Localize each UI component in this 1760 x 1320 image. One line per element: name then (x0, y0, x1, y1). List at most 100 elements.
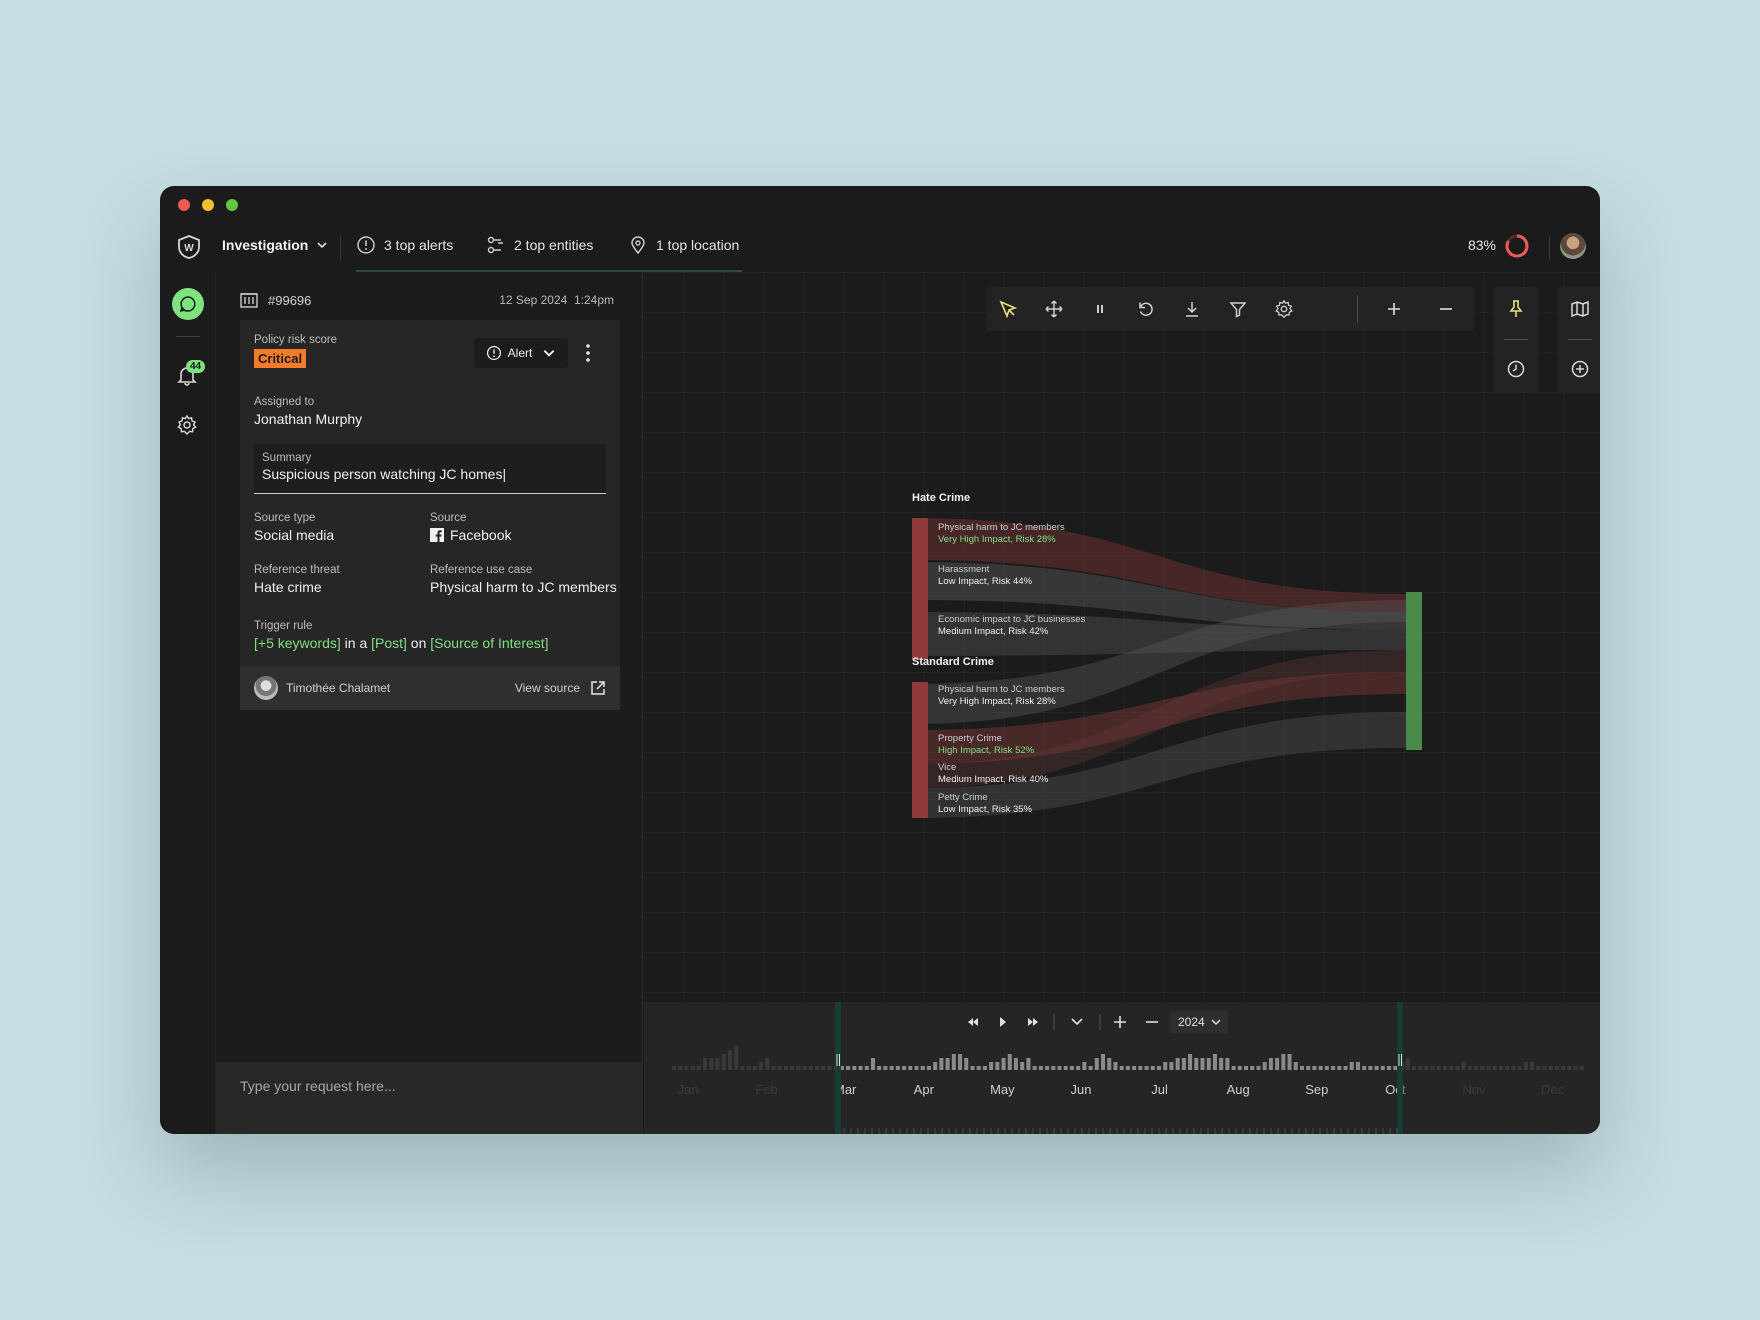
timeline-bar (870, 1058, 875, 1070)
source-type: Source type Social media (254, 512, 334, 543)
sankey-source-node[interactable] (912, 518, 928, 660)
trigger-post-link[interactable]: [Post] (371, 635, 407, 651)
reference-threat-label: Reference threat (254, 564, 340, 576)
pointer-icon[interactable] (998, 299, 1018, 319)
timeline-range-handle[interactable] (835, 1002, 841, 1134)
sankey-source-node[interactable] (912, 682, 928, 818)
timeline-bar (1306, 1066, 1311, 1070)
window-controls (178, 199, 238, 211)
timeline-bar (1175, 1058, 1180, 1070)
more-vertical-icon[interactable] (585, 342, 591, 364)
top-bar: W Investigation 3 top alerts 2 top entit… (160, 222, 1600, 272)
author-name: Timothée Chalamet (286, 681, 391, 695)
timeline-bar (1088, 1066, 1093, 1070)
timeline-bar (1144, 1066, 1149, 1070)
plus-icon[interactable] (1384, 299, 1404, 319)
view-source-label: View source (514, 681, 580, 695)
timeline-bar (914, 1066, 919, 1070)
timeline-bar (1225, 1058, 1230, 1070)
case-time: 1:24pm (573, 293, 614, 307)
minimize-window-button[interactable] (202, 199, 214, 211)
timeline-bar (1343, 1066, 1348, 1070)
sankey-chart[interactable]: Hate CrimePhysical harm to JC membersVer… (808, 484, 1428, 864)
assigned-value[interactable]: Jonathan Murphy (254, 411, 362, 427)
chevron-down-icon[interactable] (1071, 1018, 1083, 1026)
timeline-bar (1057, 1066, 1062, 1070)
minus-icon[interactable] (1436, 299, 1456, 319)
refresh-icon[interactable] (1136, 299, 1156, 319)
case-date: 12 Sep 2024 1:24pm (499, 293, 614, 307)
maximize-window-button[interactable] (226, 199, 238, 211)
sankey-item-detail: Low Impact, Risk 44% (938, 576, 1033, 587)
timeline-bar (1045, 1066, 1050, 1070)
reference-use-case: Reference use case Physical harm to JC m… (430, 564, 617, 595)
summary-value[interactable]: Suspicious person watching JC homes| (262, 466, 598, 482)
rewind-icon[interactable] (968, 1018, 978, 1026)
close-window-button[interactable] (178, 199, 190, 211)
timeline-bar (858, 1066, 863, 1070)
timeline-bar (1362, 1066, 1367, 1070)
timeline-month-label: Apr (914, 1082, 935, 1097)
request-input[interactable]: Type your request here... (216, 1062, 643, 1134)
summary-field[interactable]: Summary Suspicious person watching JC ho… (254, 444, 606, 494)
chat-button[interactable] (172, 288, 204, 320)
project-name: Investigation (222, 237, 309, 253)
timeline-bar (951, 1054, 956, 1070)
timeline-bar (1051, 1066, 1056, 1070)
shield-logo-icon[interactable]: W (176, 234, 202, 260)
project-selector[interactable]: Investigation (222, 237, 328, 253)
reference-threat: Reference threat Hate crime (254, 564, 340, 595)
view-source-button[interactable]: View source (515, 680, 606, 696)
pause-icon[interactable] (1090, 299, 1110, 319)
timeline-bar (889, 1066, 894, 1070)
timeline-month-label: Jun (1070, 1082, 1091, 1097)
sankey-target-node[interactable] (1406, 592, 1422, 750)
timeline-bar (1256, 1066, 1261, 1070)
avatar[interactable] (1560, 233, 1586, 259)
plus-icon[interactable] (1114, 1016, 1126, 1028)
top-alerts-tab[interactable]: 3 top alerts (356, 235, 453, 255)
trigger-keywords-link[interactable]: [+5 keywords] (254, 635, 341, 651)
pin-icon[interactable] (1506, 299, 1526, 319)
gear-icon[interactable] (176, 414, 198, 436)
left-rail: 44 (160, 272, 216, 1134)
timeline-bar (1349, 1062, 1354, 1070)
map-icon[interactable] (1570, 299, 1590, 319)
sankey-item-name: Property Crime (938, 733, 1002, 744)
move-icon[interactable] (1044, 299, 1064, 319)
trigger-source-link[interactable]: [Source of Interest] (430, 635, 548, 651)
sankey-group-title: Hate Crime (912, 492, 970, 504)
canvas-toolbar (986, 287, 1474, 331)
timeline-bar (1268, 1058, 1273, 1070)
timeline-bar (1150, 1066, 1155, 1070)
summary-label: Summary (262, 452, 312, 464)
top-entities-tab[interactable]: 2 top entities (486, 235, 593, 255)
top-entities-label: 2 top entities (514, 237, 594, 253)
chevron-down-icon (544, 350, 555, 357)
trigger-value: [+5 keywords] in a [Post] on [Source of … (254, 635, 549, 651)
timeline-bar (926, 1066, 931, 1070)
filter-icon[interactable] (1228, 299, 1248, 319)
trigger-label: Trigger rule (254, 620, 313, 632)
assigned-label: Assigned to (254, 396, 315, 408)
alert-dropdown[interactable]: Alert (474, 338, 568, 368)
timeline-bar (902, 1066, 907, 1070)
timeline-chart[interactable]: Jan Feb Mar Apr May Jun Jul Aug Sep Oct Nov Dec2024 (644, 1002, 1600, 1134)
timeline-bar (1312, 1066, 1317, 1070)
add-circle-icon[interactable] (1570, 359, 1590, 379)
settings-icon[interactable] (1274, 299, 1294, 319)
timeline-bar (1001, 1058, 1006, 1070)
sankey-item-name: Petty Crime (938, 792, 988, 803)
download-icon[interactable] (1182, 299, 1202, 319)
timeline-bar (1181, 1058, 1186, 1070)
top-location-tab[interactable]: 1 top location (628, 235, 739, 255)
clock-icon[interactable] (1506, 359, 1526, 379)
entities-icon (487, 236, 503, 254)
sankey-item-detail: Medium Impact, Risk 42% (938, 626, 1049, 637)
fast-forward-icon[interactable] (1028, 1018, 1038, 1026)
timeline-bar (1063, 1066, 1068, 1070)
play-icon[interactable] (1000, 1017, 1006, 1027)
timeline-bar (1101, 1054, 1106, 1070)
timeline-range-handle[interactable] (1397, 1002, 1403, 1134)
timeline-bar (1250, 1066, 1255, 1070)
